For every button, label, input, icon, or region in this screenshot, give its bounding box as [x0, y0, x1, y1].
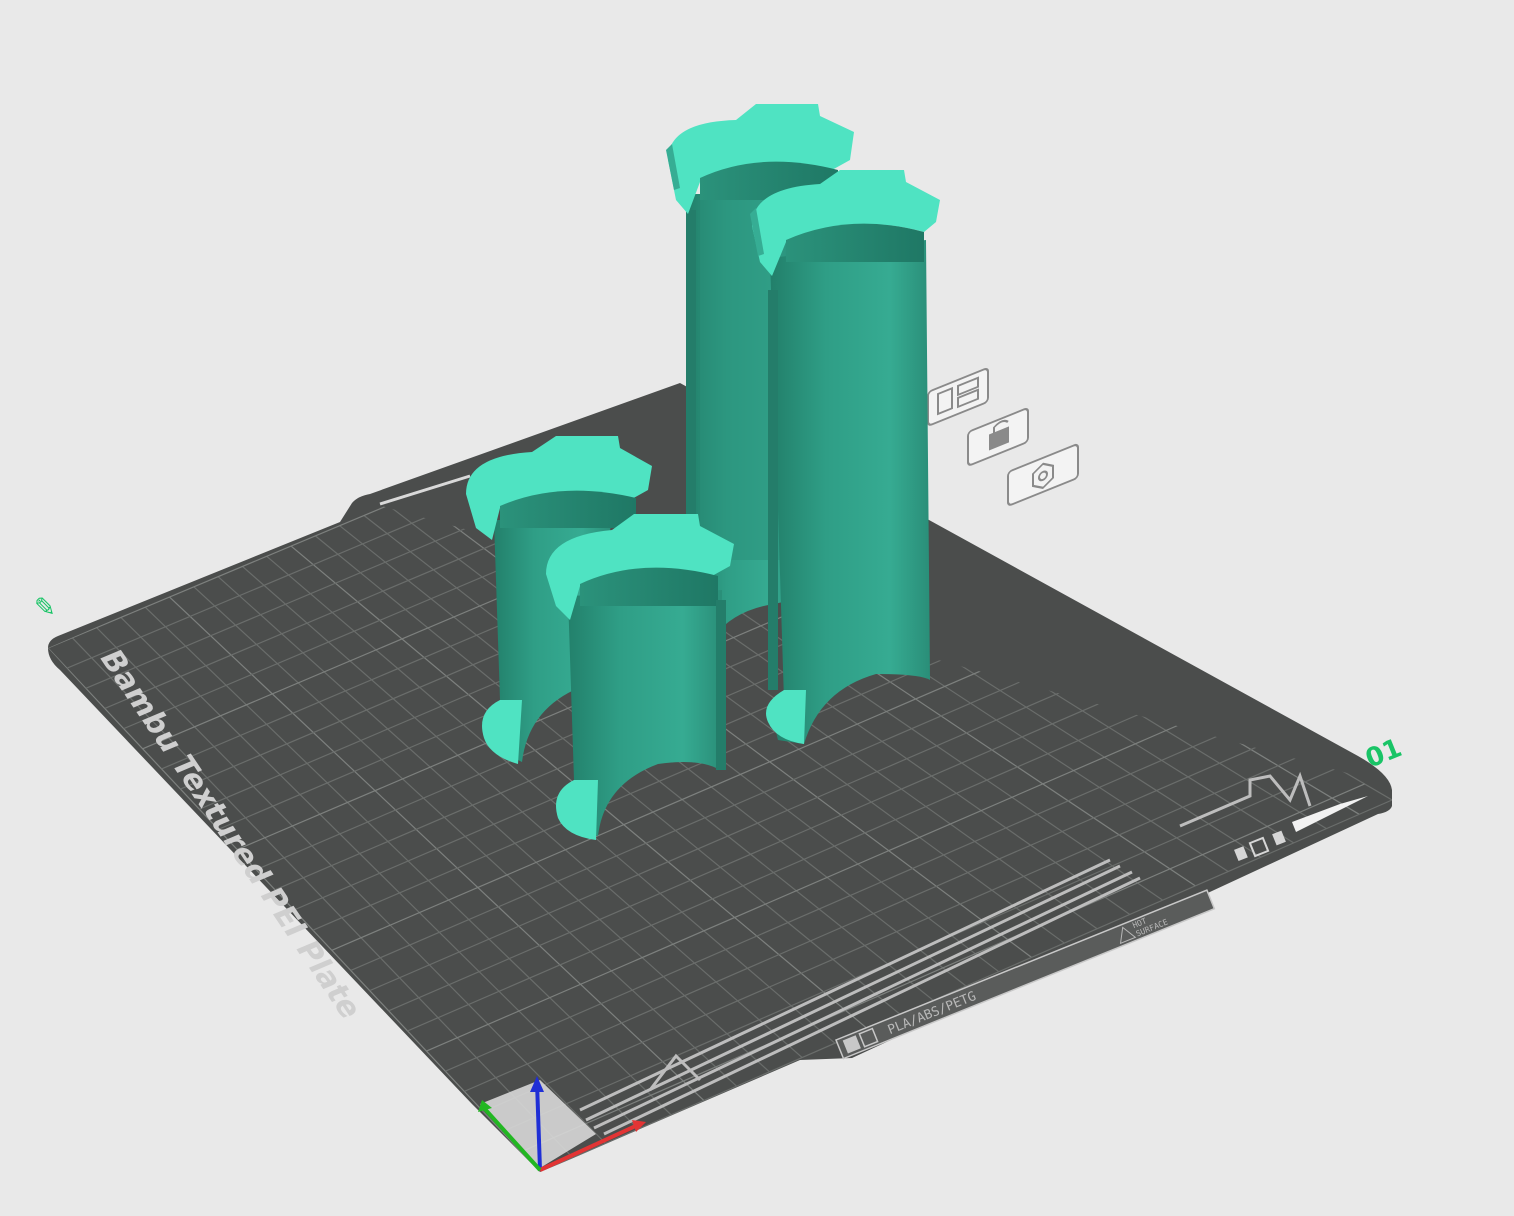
plate-toolbar [927, 367, 1079, 506]
lock-icon[interactable] [967, 407, 1029, 466]
3d-viewport[interactable]: Bambu Textured PEI Plate PLA/ABS/PETG HO… [0, 0, 1514, 1216]
arrange-icon[interactable] [927, 367, 989, 426]
plate-edit-icon[interactable]: ✎ [34, 593, 56, 623]
settings-icon[interactable] [1007, 443, 1079, 506]
